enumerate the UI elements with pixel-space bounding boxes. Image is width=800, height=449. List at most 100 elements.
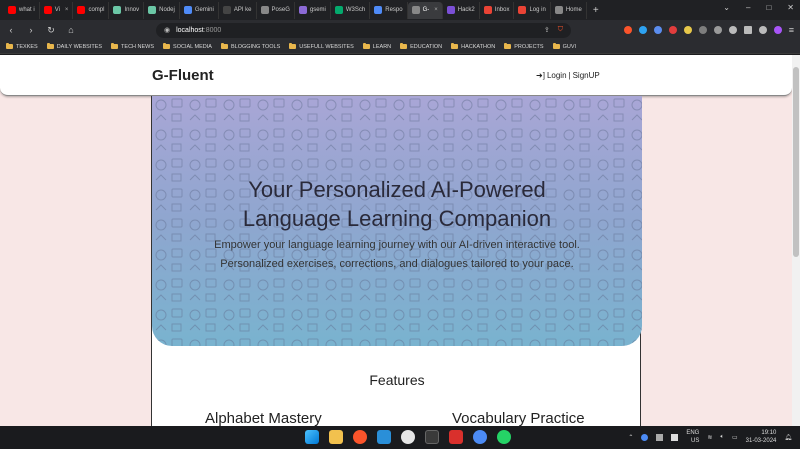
tab-search-icon[interactable]: ⌄ bbox=[723, 3, 730, 12]
feature-alphabet-mastery: Alphabet Mastery bbox=[205, 410, 322, 426]
bookmark-folder[interactable]: USEFULL WEBSITES bbox=[289, 43, 354, 50]
vscode-icon[interactable] bbox=[377, 430, 391, 444]
bookmark-label: PROJECTS bbox=[514, 43, 544, 50]
tab-label: compl bbox=[88, 7, 105, 13]
browser-tab[interactable]: Inbox bbox=[480, 1, 515, 19]
tray-overflow-icon[interactable]: ⌃ bbox=[628, 434, 633, 441]
brave-rewards-icon[interactable] bbox=[623, 26, 632, 34]
browser-tab[interactable]: Vi × bbox=[40, 1, 74, 19]
browser-tab[interactable]: API ke bbox=[219, 1, 257, 19]
volume-icon[interactable]: 🔈︎ bbox=[720, 434, 724, 441]
whatsapp-icon[interactable] bbox=[497, 430, 511, 444]
close-window-button[interactable]: ✕ bbox=[787, 3, 794, 12]
language-indicator[interactable]: ENG US bbox=[686, 429, 699, 445]
keyboard-layout-label: US bbox=[691, 438, 700, 444]
extension-icon[interactable] bbox=[713, 26, 722, 34]
notifications-icon[interactable]: 🔔︎ bbox=[784, 434, 792, 441]
bookmark-label: GUVI bbox=[562, 43, 577, 50]
page-scrollbar[interactable] bbox=[792, 55, 800, 426]
bookmark-folder[interactable]: LEARN bbox=[362, 43, 391, 50]
file-explorer-icon[interactable] bbox=[329, 430, 343, 444]
browser-tab[interactable]: W3Sch bbox=[331, 1, 371, 19]
wifi-icon[interactable]: ≋ bbox=[707, 434, 712, 441]
bookmark-folder[interactable]: HACKATHON bbox=[451, 43, 495, 50]
bookmark-folder[interactable]: GUVI bbox=[552, 43, 577, 50]
url-port: :8000 bbox=[203, 26, 222, 34]
forward-button[interactable]: › bbox=[26, 25, 36, 35]
clock[interactable]: 19:10 31-03-2024 bbox=[746, 429, 777, 445]
node-icon[interactable] bbox=[401, 430, 415, 444]
extension-icon[interactable] bbox=[698, 26, 707, 34]
windows-start-icon[interactable] bbox=[305, 430, 319, 444]
extension-icon[interactable] bbox=[683, 26, 692, 34]
site-info-icon[interactable]: ◉ bbox=[164, 26, 170, 34]
vpn-icon[interactable] bbox=[473, 430, 487, 444]
extensions-area: ≡ bbox=[623, 25, 794, 35]
bookmark-folder[interactable]: PROJECTS bbox=[504, 43, 544, 50]
clock-date: 31-03-2024 bbox=[745, 438, 777, 444]
download-icon[interactable] bbox=[758, 26, 767, 34]
browser-tab[interactable]: gsemi bbox=[295, 1, 331, 19]
hero-subtitle-line: Personalized exercises, corrections, and… bbox=[220, 258, 574, 270]
profile-avatar[interactable] bbox=[773, 26, 782, 34]
extension-icon[interactable] bbox=[668, 26, 677, 34]
tab-favicon-icon bbox=[148, 6, 157, 14]
tab-label: Respo bbox=[385, 7, 403, 13]
browser-tab[interactable]: Home bbox=[551, 1, 587, 19]
back-button[interactable]: ‹ bbox=[6, 25, 16, 35]
bookmark-folder[interactable]: EDUCATION bbox=[400, 43, 443, 50]
extension-icon[interactable] bbox=[638, 26, 647, 34]
extensions-puzzle-icon[interactable] bbox=[728, 26, 737, 34]
scrollbar-thumb[interactable] bbox=[793, 67, 799, 257]
hero-title: Your Personalized AI-Powered Language Le… bbox=[152, 175, 642, 233]
signup-link[interactable]: SignUP bbox=[573, 71, 600, 80]
tab-favicon-icon bbox=[483, 6, 492, 14]
browser-tab[interactable]: Nodej bbox=[144, 1, 180, 19]
close-tab-icon[interactable]: × bbox=[65, 7, 69, 13]
pdf-reader-icon[interactable] bbox=[449, 430, 463, 444]
brave-shield-icon[interactable]: ⛉ bbox=[558, 26, 563, 34]
bookmark-folder[interactable]: BLOGGING TOOLS bbox=[220, 43, 280, 50]
browser-tab[interactable]: Innov bbox=[109, 1, 145, 19]
browser-tab[interactable]: PoseG bbox=[257, 1, 295, 19]
maximize-button[interactable]: □ bbox=[766, 3, 771, 12]
bookmark-folder[interactable]: DAILY WEBSITES bbox=[46, 43, 102, 50]
new-tab-button[interactable]: + bbox=[593, 5, 599, 16]
browser-tab[interactable]: Log in bbox=[514, 1, 551, 19]
terminal-icon[interactable] bbox=[425, 430, 439, 444]
tab-label: Vi bbox=[54, 7, 60, 13]
home-button[interactable]: ⌂ bbox=[66, 25, 76, 35]
close-tab-icon[interactable]: × bbox=[434, 7, 438, 13]
hero-title-line: Your Personalized AI-Powered bbox=[248, 177, 546, 202]
browser-tab[interactable]: Hack2 bbox=[443, 1, 480, 19]
browser-tab[interactable]: Gemini bbox=[180, 1, 219, 19]
brand-logo[interactable]: G-Fluent bbox=[152, 67, 214, 84]
browser-tab[interactable]: what i bbox=[4, 1, 40, 19]
address-bar[interactable]: ◉ localhost:8000 ⇪ ⛉ bbox=[156, 22, 571, 38]
folder-icon bbox=[451, 43, 459, 49]
bookmark-label: TECH NEWS bbox=[121, 43, 155, 50]
brave-browser-icon[interactable] bbox=[353, 430, 367, 444]
browser-tab[interactable]: compl bbox=[73, 1, 110, 19]
login-link[interactable]: Login bbox=[547, 71, 567, 80]
browser-toolbar: ‹ › ↻ ⌂ ◉ localhost:8000 ⇪ ⛉ ≡ bbox=[0, 20, 800, 40]
browser-tab[interactable]: Respo bbox=[370, 1, 408, 19]
share-icon[interactable]: ⇪ bbox=[544, 26, 550, 34]
extension-icon[interactable] bbox=[653, 26, 662, 34]
tab-favicon-icon bbox=[77, 6, 86, 14]
minimize-button[interactable]: – bbox=[746, 3, 750, 12]
menu-icon[interactable]: ≡ bbox=[789, 25, 794, 35]
tray-app-icon[interactable] bbox=[641, 433, 649, 441]
sidebar-icon[interactable] bbox=[743, 26, 752, 34]
tray-app-icon[interactable] bbox=[656, 433, 664, 441]
bookmark-folder[interactable]: SOCIAL MEDIA bbox=[163, 43, 212, 50]
bookmark-folder[interactable]: TECH NEWS bbox=[111, 43, 155, 50]
bookmark-label: EDUCATION bbox=[410, 43, 443, 50]
battery-icon[interactable]: ▭ bbox=[732, 434, 738, 441]
bookmark-folder[interactable]: TEXKES bbox=[6, 43, 38, 50]
tab-favicon-icon bbox=[8, 6, 16, 14]
tab-favicon-icon bbox=[334, 6, 343, 14]
tray-app-icon[interactable] bbox=[671, 433, 679, 441]
browser-tab[interactable]: G- × bbox=[407, 1, 443, 19]
reload-button[interactable]: ↻ bbox=[46, 25, 56, 36]
